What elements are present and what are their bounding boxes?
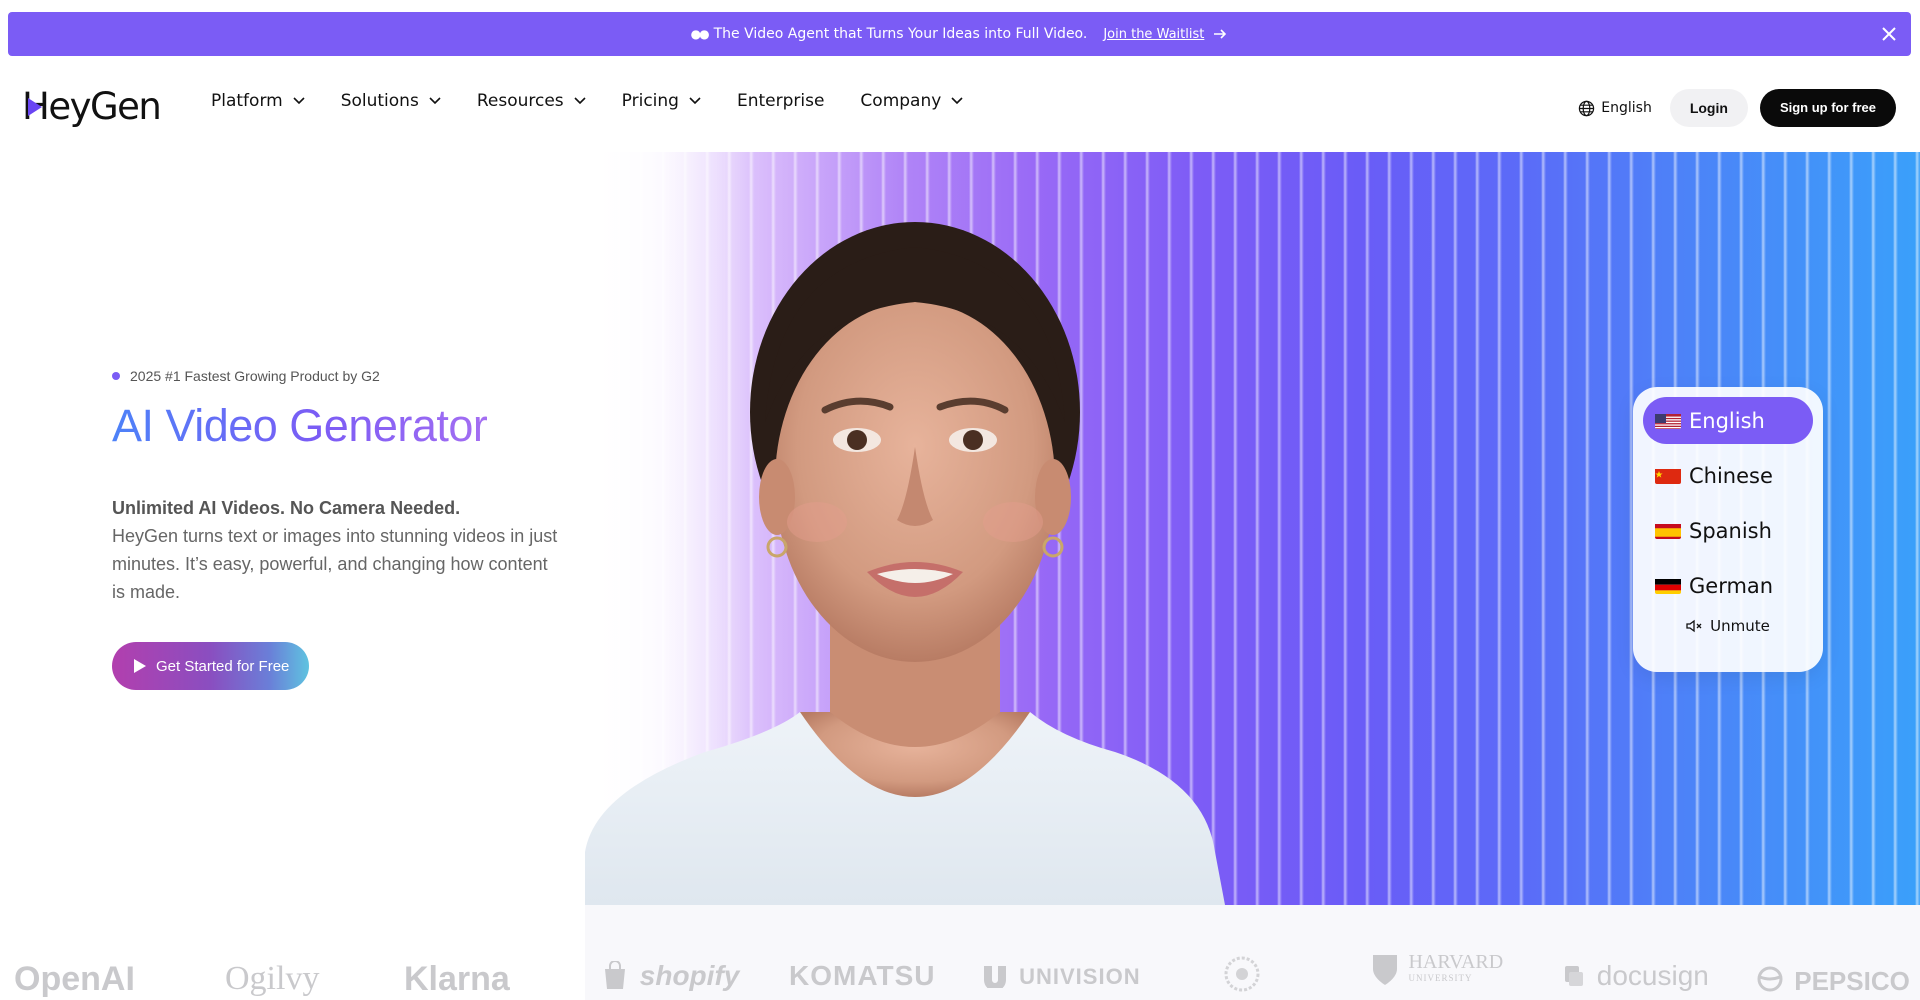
unmute-button[interactable]: Unmute <box>1643 617 1813 635</box>
nav-pricing[interactable]: Pricing <box>622 91 701 111</box>
chevron-down-icon <box>429 97 441 105</box>
logo-pepsico: PEPSICO <box>1757 966 1910 997</box>
harvard-shield-icon <box>1373 955 1397 985</box>
hero-subtitle-strong: Unlimited AI Videos. No Camera Needed. <box>112 498 461 518</box>
logo-komatsu: KOMATSU <box>789 960 936 991</box>
play-logo-icon <box>28 98 42 116</box>
globe-icon <box>1579 100 1595 116</box>
logo-klarna: Klarna <box>404 960 510 998</box>
nav-label: Solutions <box>340 91 419 111</box>
nav-label: Pricing <box>621 91 679 111</box>
cta-label: Get Started for Free <box>156 657 290 675</box>
docusign-mark-icon <box>1565 966 1583 986</box>
unmute-label: Unmute <box>1710 617 1770 635</box>
pepsico-globe-icon <box>1757 966 1783 992</box>
play-icon <box>134 659 146 673</box>
language-selector[interactable]: English <box>1578 100 1652 117</box>
nav-resources[interactable]: Resources <box>477 91 586 111</box>
language-option-label: English <box>1689 408 1765 433</box>
logo-text: HeyGen <box>22 84 162 128</box>
nav-enterprise[interactable]: Enterprise <box>737 91 824 111</box>
cn-flag-icon <box>1655 467 1681 484</box>
header-actions: English Login Sign up for free <box>1578 89 1896 127</box>
speaker-muted-icon <box>1686 619 1702 633</box>
nav-label: Enterprise <box>736 91 825 111</box>
logo-univision: UNIVISION <box>982 964 1141 991</box>
logo-shopify: shopify <box>602 960 739 992</box>
site-header: HeyGen Platform Solutions Resources Pric… <box>0 56 1920 152</box>
get-started-button[interactable]: Get Started for Free <box>112 642 310 690</box>
announcement-banner: ●● The Video Agent that Turns Your Ideas… <box>8 12 1911 56</box>
nav-platform[interactable]: Platform <box>211 91 305 111</box>
nav-label: Company <box>860 91 942 111</box>
join-waitlist-link[interactable]: Join the Waitlist <box>1103 27 1204 42</box>
language-option-label: Chinese <box>1689 463 1773 488</box>
shopping-bag-icon <box>605 960 625 989</box>
language-option-spanish[interactable]: Spanish <box>1643 507 1813 554</box>
language-label: English <box>1601 100 1652 116</box>
hero-subtitle: Unlimited AI Videos. No Camera Needed. H… <box>112 494 562 606</box>
chevron-down-icon <box>951 97 963 105</box>
g2-badge: 2025 #1 Fastest Growing Product by G2 <box>112 368 380 384</box>
logo-docusign: docusign <box>1563 960 1709 992</box>
logo-shopify-text: shopify <box>639 960 740 991</box>
de-flag-icon <box>1655 577 1681 594</box>
nav-solutions[interactable]: Solutions <box>341 91 441 111</box>
language-option-english[interactable]: English <box>1643 397 1813 444</box>
chevron-down-icon <box>293 97 305 105</box>
hero-subtitle-body: HeyGen turns text or images into stunnin… <box>112 526 558 602</box>
eyes-icon: ●● <box>690 27 710 41</box>
nav-company[interactable]: Company <box>860 91 963 111</box>
language-option-chinese[interactable]: Chinese <box>1643 452 1813 499</box>
logo-openai: OpenAI <box>14 960 135 998</box>
logo-ogilvy: Ogilvy <box>225 960 320 997</box>
nav-label: Resources <box>476 91 564 111</box>
logo-univision-text: UNIVISION <box>1019 964 1141 989</box>
close-icon[interactable] <box>1879 24 1899 44</box>
badge-text: 2025 #1 Fastest Growing Product by G2 <box>130 368 380 384</box>
us-flag-icon <box>1655 412 1681 429</box>
logo-docusign-text: docusign <box>1596 960 1709 991</box>
main-nav: Platform Solutions Resources Pricing Ent… <box>211 91 999 111</box>
univision-mark-icon <box>984 966 1006 991</box>
language-option-german[interactable]: German <box>1643 562 1813 609</box>
heygen-logo[interactable]: HeyGen <box>22 84 162 128</box>
es-flag-icon <box>1655 522 1681 539</box>
logo-pepsico-text: PEPSICO <box>1794 966 1910 996</box>
nav-label: Platform <box>211 91 283 111</box>
chevron-down-icon <box>689 97 701 105</box>
logo-harvard: HARVARD UNIVERSITY <box>1372 951 1504 986</box>
login-button[interactable]: Login <box>1669 89 1748 127</box>
logo-crest <box>1222 954 1262 999</box>
customer-logos: OpenAI Ogilvy Klarna shopify KOMATSU UNI… <box>0 952 1920 1000</box>
language-option-label: German <box>1689 573 1774 598</box>
hero-title: AI Video Generator <box>112 400 488 451</box>
crest-icon <box>1224 956 1260 992</box>
banner-text: The Video Agent that Turns Your Ideas in… <box>713 26 1088 42</box>
language-option-label: Spanish <box>1689 518 1772 543</box>
chevron-down-icon <box>574 97 586 105</box>
badge-dot-icon <box>112 372 120 380</box>
logo-harvard-text: HARVARD <box>1408 951 1504 973</box>
arrow-right-icon[interactable] <box>1212 26 1228 42</box>
video-language-card: English Chinese Spanish German Unmute <box>1633 387 1823 672</box>
signup-button[interactable]: Sign up for free <box>1759 89 1896 127</box>
